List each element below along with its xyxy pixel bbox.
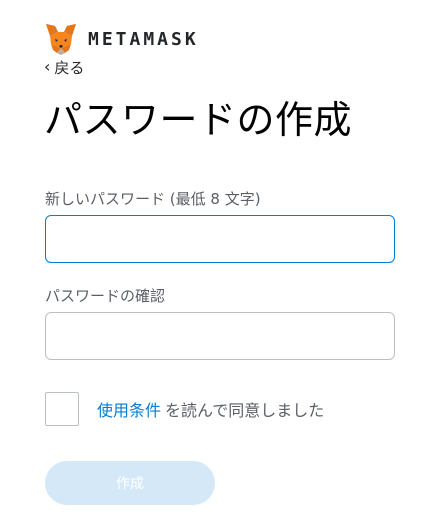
terms-text: 使用条件 を読んで同意しました [97, 397, 324, 421]
page-title: パスワードの作成 [44, 98, 353, 142]
create-button[interactable]: 作成 [45, 461, 215, 505]
confirm-password-input[interactable] [45, 312, 395, 360]
confirm-password-label: パスワードの確認 [45, 287, 166, 305]
terms-checkbox[interactable] [45, 392, 79, 426]
terms-suffix: を読んで同意しました [165, 401, 325, 420]
metamask-fox-icon [46, 24, 76, 55]
terms-of-use-link[interactable]: 使用条件 [97, 401, 161, 420]
header: METAMASK [44, 22, 199, 56]
terms-row: 使用条件 を読んで同意しました [45, 392, 324, 426]
chevron-left-icon: ‹ [44, 57, 51, 76]
back-label: 戻る [54, 58, 85, 77]
new-password-input[interactable] [45, 215, 395, 263]
brand-name: METAMASK [88, 28, 199, 50]
create-password-page: METAMASK ‹ 戻る パスワードの作成 新しいパスワード (最低 8 文字… [0, 0, 423, 522]
back-link[interactable]: ‹ 戻る [44, 56, 84, 78]
new-password-label: 新しいパスワード (最低 8 文字) [45, 190, 261, 208]
